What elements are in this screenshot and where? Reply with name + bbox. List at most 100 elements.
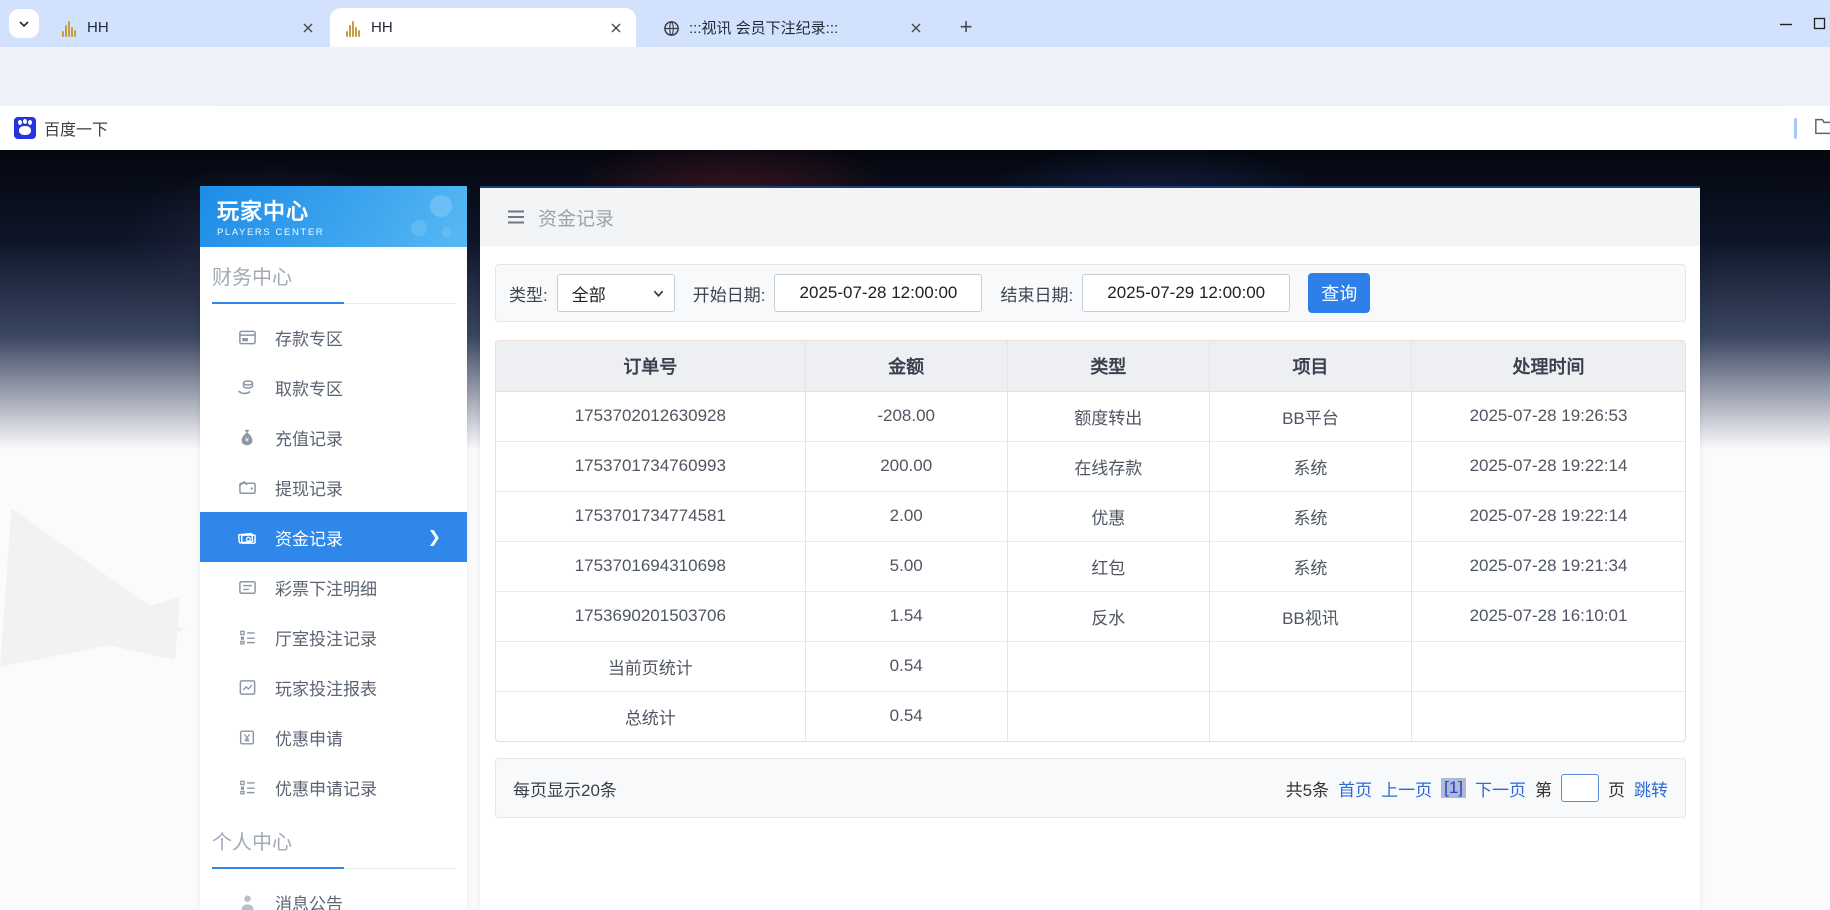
bookmark-baidu[interactable]: 百度一下: [14, 114, 108, 142]
chevron-down-icon: [653, 288, 664, 299]
table-cell: 红包: [1007, 541, 1209, 591]
tab-close-icon[interactable]: [606, 18, 626, 38]
prev-page-link[interactable]: 上一页: [1381, 776, 1432, 801]
minimize-button[interactable]: [1764, 4, 1808, 44]
type-select-value: 全部: [572, 281, 606, 306]
hand-coins-icon: [237, 377, 257, 397]
jump-suffix-text: 页: [1608, 776, 1625, 801]
pagination-bar: 每页显示20条 共5条 首页 上一页 [1] 下一页 第 页 跳转: [495, 758, 1686, 818]
first-page-link[interactable]: 首页: [1338, 776, 1372, 801]
tab-title: HH: [87, 19, 290, 36]
tab-video-bets[interactable]: :::视讯 会员下注纪录:::: [648, 8, 936, 47]
table-cell: 2025-07-28 19:22:14: [1412, 441, 1686, 491]
sidebar-item-label: 资金记录: [275, 525, 343, 550]
waveform-favicon: [344, 19, 362, 37]
start-date-label: 开始日期:: [693, 281, 766, 306]
sidebar-item-label: 优惠申请: [275, 725, 343, 750]
type-select[interactable]: 全部: [557, 274, 675, 312]
gamepad-decoration-icon: [397, 192, 457, 242]
sidebar-item-promo-apply[interactable]: 优惠申请❯: [200, 712, 467, 762]
table-cell: [1209, 691, 1411, 741]
next-page-link[interactable]: 下一页: [1475, 776, 1526, 801]
new-tab-button[interactable]: +: [952, 13, 980, 41]
table-cell: [1209, 641, 1411, 691]
tab-close-icon[interactable]: [298, 18, 318, 38]
sidebar-item-withdraw-records[interactable]: 提现记录❯: [200, 462, 467, 512]
table-row: 17537017347745812.00优惠系统2025-07-28 19:22…: [496, 491, 1685, 541]
table-cell: 1753701734760993: [496, 441, 805, 491]
chevron-right-icon: ❯: [428, 527, 441, 547]
globe-icon: [662, 19, 680, 37]
bookmarks-separator: [1794, 118, 1797, 139]
svg-text:¥: ¥: [245, 437, 249, 444]
browser-toolbar: mgm1065.com/hhcp/usercenter.html?iniType…: [0, 47, 1830, 106]
sidebar-item-label: 彩票下注明细: [275, 575, 377, 600]
table-cell: 2025-07-28 19:22:14: [1412, 491, 1686, 541]
cash-icon: [237, 527, 257, 547]
bookmark-label: 百度一下: [44, 116, 108, 140]
sidebar-item-label: 消息公告: [275, 890, 343, 910]
tab-title: HH: [371, 19, 598, 36]
sidebar-item-lottery-bet-details[interactable]: 彩票下注明细❯: [200, 562, 467, 612]
maximize-button[interactable]: [1808, 4, 1830, 44]
tab-close-icon[interactable]: [906, 18, 926, 38]
sidebar-item-withdraw-zone[interactable]: 取款专区❯: [200, 362, 467, 412]
player-center-sidebar: 玩家中心 PLAYERS CENTER 财务中心存款专区❯取款专区❯¥充值记录❯…: [200, 186, 467, 910]
table-cell: 当前页统计: [496, 641, 805, 691]
start-date-input[interactable]: [774, 274, 982, 312]
sidebar-item-messages[interactable]: 消息公告❯: [200, 877, 467, 910]
table-cell: 2025-07-28 16:10:01: [1412, 591, 1686, 641]
page-title: 资金记录: [538, 204, 614, 231]
grid-list-icon: [237, 777, 257, 797]
table-cell: 系统: [1209, 441, 1411, 491]
table-cell: 额度转出: [1007, 391, 1209, 441]
end-date-label: 结束日期:: [1000, 281, 1073, 306]
folder-icon[interactable]: [1814, 116, 1830, 141]
sidebar-item-recharge-records[interactable]: ¥充值记录❯: [200, 412, 467, 462]
waveform-favicon: [60, 19, 78, 37]
chevron-down-icon: [18, 18, 30, 30]
sidebar-section-label: 财务中心: [212, 261, 455, 304]
tab-search-button[interactable]: [9, 9, 39, 38]
table-row: 17537016943106985.00红包系统2025-07-28 19:21…: [496, 541, 1685, 591]
sidebar-item-funds-records[interactable]: 资金记录 ❯: [200, 512, 467, 562]
table-cell: BB平台: [1209, 391, 1411, 441]
sidebar-item-promo-apply-records[interactable]: 优惠申请记录❯: [200, 762, 467, 812]
money-bag-icon: ¥: [237, 427, 257, 447]
wallet-icon: [237, 477, 257, 497]
jump-prefix-text: 第: [1535, 776, 1552, 801]
filter-bar: 类型: 全部 开始日期: 结束日期: 查询: [495, 264, 1686, 322]
sidebar-item-label: 优惠申请记录: [275, 775, 377, 800]
table-cell: 1753701694310698: [496, 541, 805, 591]
sidebar-item-label: 取款专区: [275, 375, 343, 400]
table-cell: 0.54: [805, 641, 1007, 691]
menu-icon[interactable]: [506, 207, 526, 227]
table-cell: 优惠: [1007, 491, 1209, 541]
column-header: 处理时间: [1412, 341, 1686, 391]
sidebar-item-deposit-zone[interactable]: 存款专区❯: [200, 312, 467, 362]
column-header: 项目: [1209, 341, 1411, 391]
sidebar-item-label: 提现记录: [275, 475, 343, 500]
tab-hh-1[interactable]: HH: [46, 8, 328, 47]
table-row: 17536902015037061.54反水BB视讯2025-07-28 16:…: [496, 591, 1685, 641]
sidebar-item-hall-bet-records[interactable]: 厅室投注记录❯: [200, 612, 467, 662]
table-cell: 1753701734774581: [496, 491, 805, 541]
table-header-row: 订单号金额类型项目处理时间: [496, 341, 1685, 391]
table-cell: 2025-07-28 19:21:34: [1412, 541, 1686, 591]
browser-tabstrip: HH HH :::视讯 会员下注纪录::: +: [0, 0, 1830, 47]
sidebar-item-player-bet-report[interactable]: 玩家投注报表❯: [200, 662, 467, 712]
table-cell: 1753702012630928: [496, 391, 805, 441]
tab-title: :::视讯 会员下注纪录:::: [689, 17, 898, 38]
total-count-text: 共5条: [1286, 776, 1329, 801]
search-button[interactable]: 查询: [1308, 273, 1370, 313]
jump-button[interactable]: 跳转: [1634, 776, 1668, 801]
page-content: 玩家中心 PLAYERS CENTER 财务中心存款专区❯取款专区❯¥充值记录❯…: [0, 150, 1830, 910]
end-date-input[interactable]: [1082, 274, 1290, 312]
table-cell: 2025-07-28 19:26:53: [1412, 391, 1686, 441]
table-cell: BB视讯: [1209, 591, 1411, 641]
table-cell: -208.00: [805, 391, 1007, 441]
tab-hh-2-active[interactable]: HH: [330, 8, 636, 47]
table-cell: 总统计: [496, 691, 805, 741]
jump-page-input[interactable]: [1561, 774, 1599, 802]
person-icon: [237, 892, 257, 910]
